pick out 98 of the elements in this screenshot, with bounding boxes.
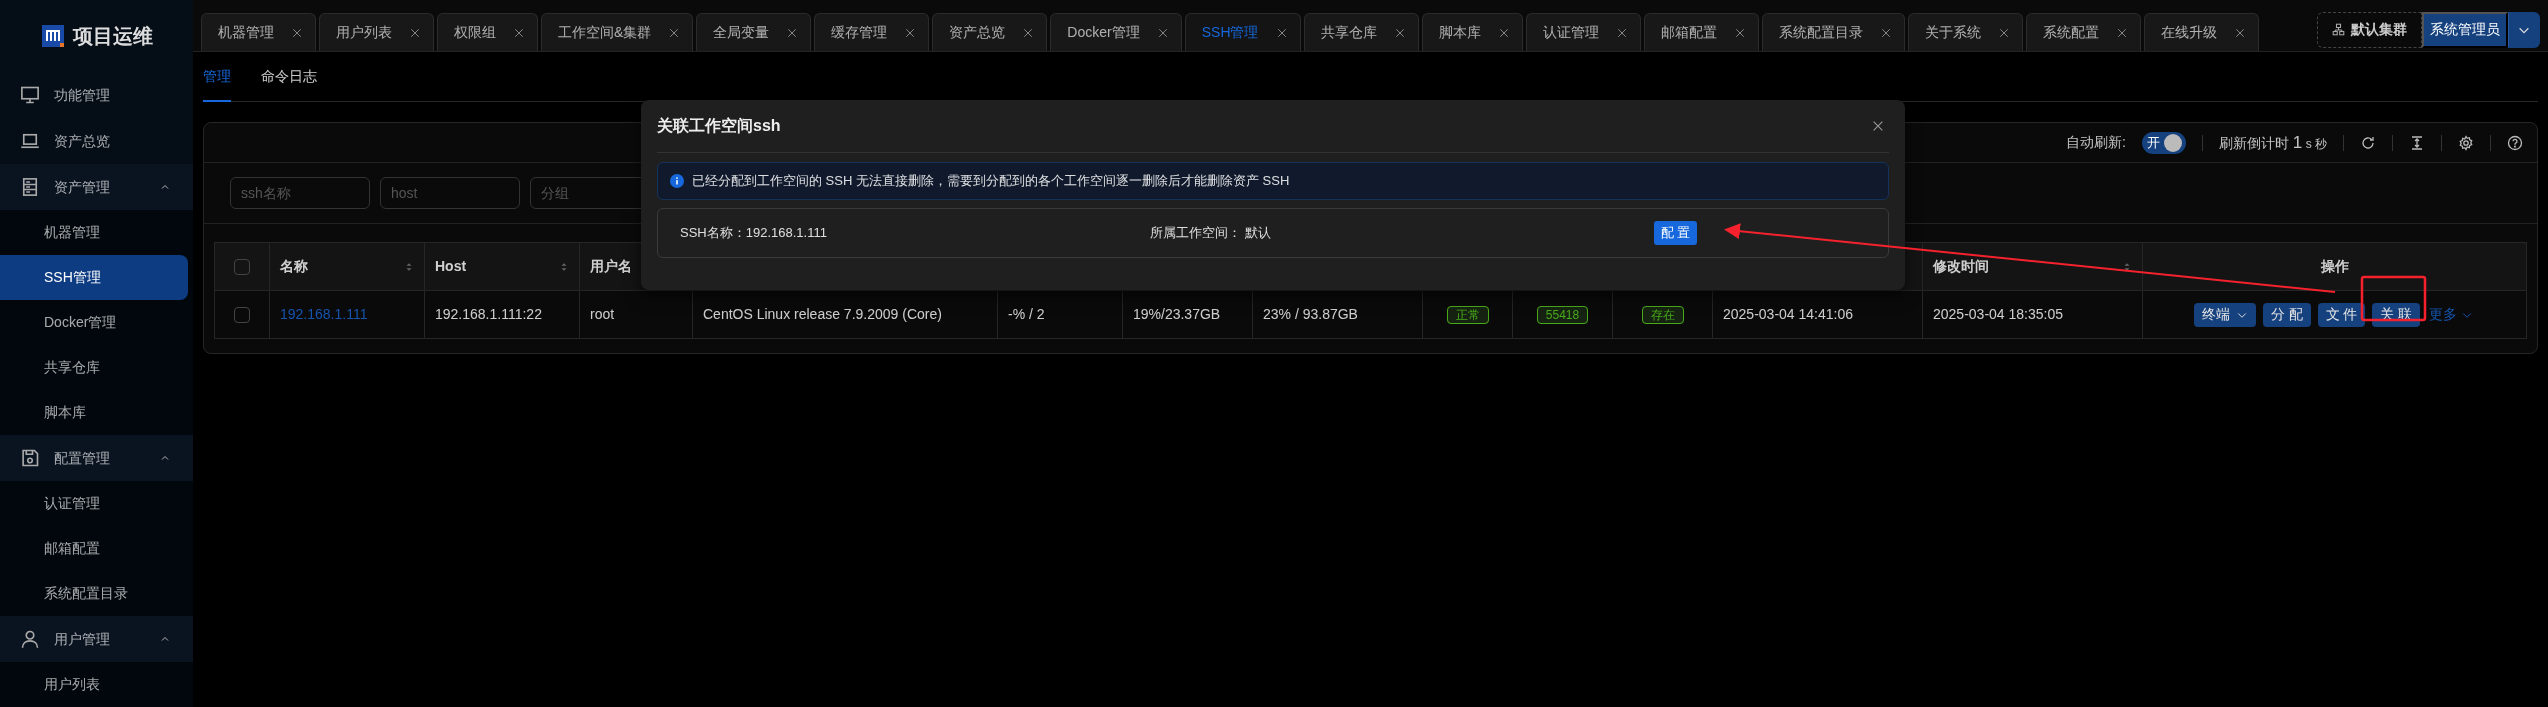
close-icon[interactable]	[2233, 26, 2246, 39]
label: 自动刷新:	[2066, 133, 2126, 152]
table-cell: -% / 2	[1008, 306, 1045, 322]
table-cell: 2025-03-04 14:41:06	[1723, 306, 1853, 322]
status-tag: 正常	[1446, 306, 1489, 324]
tab[interactable]: SSH管理	[1184, 13, 1301, 51]
menu-item[interactable]: 资产总览	[0, 118, 193, 164]
menu-item[interactable]: 功能管理	[0, 72, 193, 118]
table-cell: root	[590, 306, 615, 322]
action-button[interactable]: 文 件	[2317, 302, 2366, 327]
close-icon[interactable]	[668, 26, 681, 39]
tab[interactable]: 资产总览	[932, 13, 1048, 51]
tab[interactable]: 管理	[203, 52, 231, 102]
menu-item[interactable]: 共享仓库	[0, 345, 188, 390]
table-cell: 23% / 93.87GB	[1263, 306, 1358, 322]
monitor-icon	[20, 85, 40, 105]
user-button[interactable]: 系统管理员	[2422, 11, 2508, 48]
server-icon	[20, 177, 40, 197]
close-icon[interactable]	[2115, 26, 2128, 39]
tab[interactable]: 用户列表	[319, 13, 434, 51]
dropdown-button[interactable]	[2508, 11, 2540, 48]
close-icon[interactable]	[1997, 26, 2010, 39]
tab[interactable]: 机器管理	[201, 13, 316, 51]
menu-item[interactable]: 配置管理	[0, 435, 193, 481]
settings-icon[interactable]	[2458, 134, 2474, 151]
menu-item[interactable]: 邮箱配置	[0, 526, 188, 571]
workspace-value: 默认	[1244, 224, 1271, 243]
column-header: Host	[435, 257, 467, 276]
tab[interactable]: 系统配置	[2025, 13, 2141, 51]
laptop-icon	[20, 131, 40, 151]
menu-item[interactable]: 认证管理	[0, 481, 188, 526]
close-icon	[1871, 119, 1885, 133]
table-cell: CentOS Linux release 7.9.2009 (Core)	[703, 306, 942, 322]
menu-item[interactable]: 系统配置目录	[0, 571, 188, 616]
close-icon[interactable]	[786, 26, 799, 39]
close-icon[interactable]	[409, 26, 421, 39]
column-header: 操作	[2320, 257, 2349, 276]
refresh-icon[interactable]	[2360, 134, 2376, 151]
table-cell: 2025-03-04 18:35:05	[1933, 306, 2063, 322]
close-icon[interactable]	[291, 26, 303, 39]
table-cell: 19%/23.37GB	[1133, 306, 1221, 322]
tab[interactable]: 工作空间&集群	[541, 13, 694, 51]
tab[interactable]: 认证管理	[1525, 13, 1641, 51]
checkbox[interactable]	[234, 307, 250, 324]
close-icon[interactable]	[1156, 26, 1169, 39]
tab[interactable]: 在线升级	[2143, 13, 2259, 51]
ssh-name-text: SSH名称：192.168.1.111	[680, 224, 828, 243]
tab[interactable]: 缓存管理	[814, 13, 930, 51]
tab[interactable]: 脚本库	[1421, 13, 1523, 51]
close-icon[interactable]	[1497, 26, 1510, 39]
close-icon[interactable]	[1733, 26, 1746, 39]
tab[interactable]: 系统配置目录	[1761, 13, 1905, 51]
menu-item[interactable]: 用户管理	[0, 616, 193, 662]
menu-item[interactable]: Docker管理	[0, 300, 188, 345]
filter-field[interactable]: host	[380, 177, 520, 209]
tab[interactable]: Docker管理	[1050, 13, 1182, 51]
height-icon[interactable]	[2409, 134, 2425, 151]
save-icon	[20, 448, 40, 468]
tab[interactable]: 权限组	[437, 13, 538, 51]
tab[interactable]: 邮箱配置	[1643, 13, 1759, 51]
column-header: 修改时间	[1933, 257, 1989, 276]
app-title: 项目运维	[72, 24, 153, 49]
toggle-switch[interactable]: 开	[2141, 131, 2186, 154]
tab[interactable]: 全局变量	[696, 13, 812, 51]
close-icon[interactable]	[1022, 26, 1035, 39]
filter-field[interactable]: ssh名称	[230, 177, 370, 209]
checkbox[interactable]	[234, 259, 250, 276]
menu-item[interactable]: 脚本库	[0, 390, 188, 435]
close-icon[interactable]	[1879, 26, 1892, 39]
highlight-box	[2360, 275, 2427, 322]
close-icon[interactable]	[1615, 26, 1628, 39]
status-tag: 55418	[1536, 306, 1589, 324]
user-icon	[20, 629, 40, 649]
menu-item[interactable]: 资产管理	[0, 164, 193, 210]
table-cell: 192.168.1.111:22	[435, 306, 542, 322]
column-header: 用户名	[590, 257, 632, 276]
close-icon[interactable]	[1275, 26, 1288, 39]
menu-item[interactable]: SSH管理	[0, 255, 188, 300]
close-icon[interactable]	[1393, 26, 1406, 39]
config-button[interactable]: 配 置	[1653, 221, 1698, 245]
close-icon[interactable]	[904, 26, 917, 39]
tab[interactable]: 命令日志	[261, 52, 317, 102]
close-icon[interactable]	[513, 26, 525, 39]
help-icon[interactable]	[2507, 134, 2523, 151]
label: 所属工作空间：	[1150, 224, 1241, 243]
column-header: 名称	[280, 257, 308, 276]
countdown-text: 刷新倒计时 1 s 秒	[2218, 131, 2327, 154]
alert-text: 已经分配到工作空间的 SSH 无法直接删除，需要到分配到的各个工作空间逐一删除后才能删除资产 SSH	[692, 172, 1290, 191]
tab[interactable]: 共享仓库	[1303, 13, 1419, 51]
cluster-icon	[2332, 23, 2345, 36]
status-tag: 存在	[1641, 306, 1684, 324]
logo-icon	[40, 24, 65, 48]
menu-item[interactable]: 机器管理	[0, 210, 188, 255]
info-icon	[670, 174, 684, 188]
tab[interactable]: 关于系统	[1907, 13, 2023, 51]
action-button[interactable]: 分 配	[2262, 302, 2311, 327]
action-button[interactable]: 终端	[2193, 302, 2256, 327]
dialog-title: 关联工作空间ssh	[657, 116, 781, 136]
